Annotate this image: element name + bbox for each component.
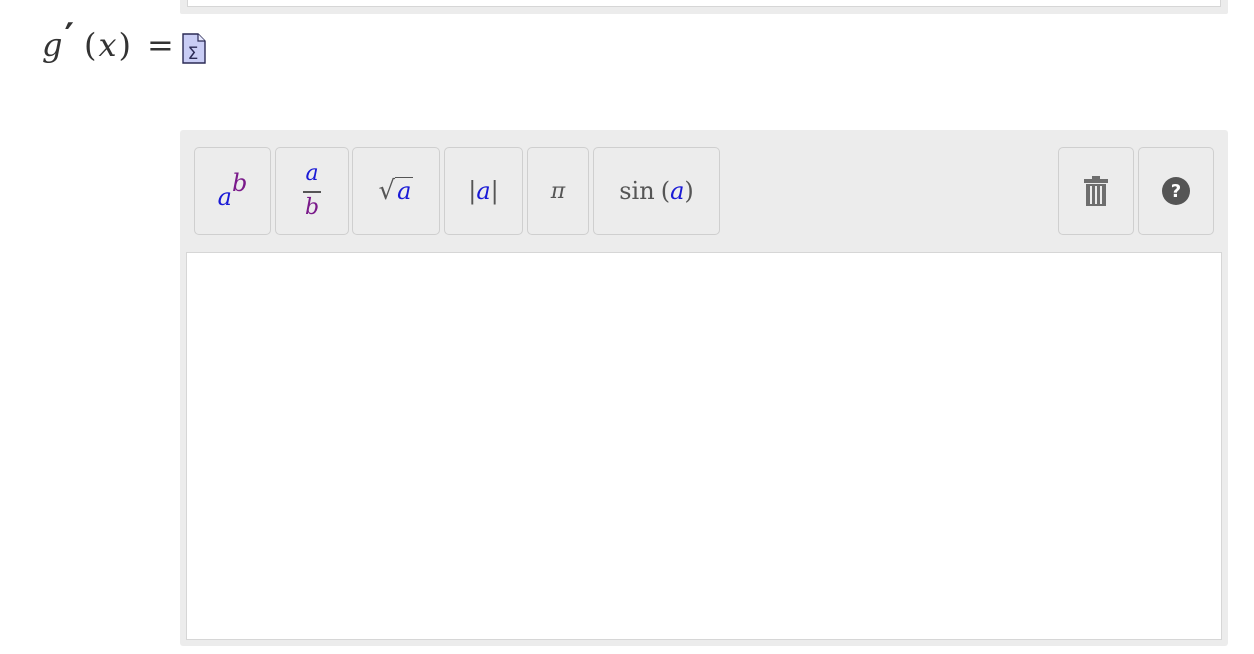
sigma-icon[interactable]: Σ [182, 32, 206, 64]
help-button[interactable]: ? [1138, 147, 1214, 235]
help-icon: ? [1162, 177, 1190, 205]
svg-text:?: ? [1171, 181, 1181, 202]
power-button[interactable]: ab [194, 147, 271, 235]
variable: x [98, 26, 117, 64]
sin-argument: a [670, 177, 685, 205]
abs-inner: a [476, 177, 491, 205]
sin-button[interactable]: sin(a) [593, 147, 720, 235]
fraction-bar [303, 191, 321, 193]
equals-sign: = [147, 26, 174, 64]
close-paren: ) [118, 26, 131, 64]
fraction-numerator: a [305, 161, 319, 186]
svg-text:Σ: Σ [187, 44, 198, 64]
previous-answer-area[interactable] [187, 0, 1221, 7]
abs-button[interactable]: | a | [444, 147, 523, 235]
fraction-button[interactable]: a b [275, 147, 349, 235]
math-editor-panel: ab a b √ a | a | π sin(a) ? [180, 130, 1228, 646]
abs-left-bar: | [468, 177, 477, 205]
sin-function: sin [619, 177, 655, 205]
sin-open-paren: ( [660, 177, 671, 205]
sqrt-symbol: √ [378, 176, 396, 206]
sqrt-radicand: a [395, 177, 414, 206]
power-base: a [217, 183, 232, 211]
sin-close-paren: ) [684, 177, 694, 205]
function-name: g [42, 26, 63, 64]
sqrt-button[interactable]: √ a [352, 147, 440, 235]
fraction-denominator: b [304, 195, 320, 220]
pi-button[interactable]: π [527, 147, 589, 235]
abs-right-bar: | [490, 177, 499, 205]
previous-editor-panel [180, 0, 1228, 14]
answer-input-area[interactable] [186, 252, 1222, 640]
trash-icon [1084, 176, 1108, 206]
prime-mark: ′ [64, 16, 74, 58]
pi-symbol: π [550, 178, 566, 204]
math-toolbar: ab a b √ a | a | π sin(a) ? [180, 130, 1228, 252]
open-paren: ( [83, 26, 97, 64]
power-exponent: b [231, 169, 248, 197]
clear-button[interactable] [1058, 147, 1134, 235]
derivative-formula-label: g ′ ( x ) = Σ [42, 16, 206, 70]
